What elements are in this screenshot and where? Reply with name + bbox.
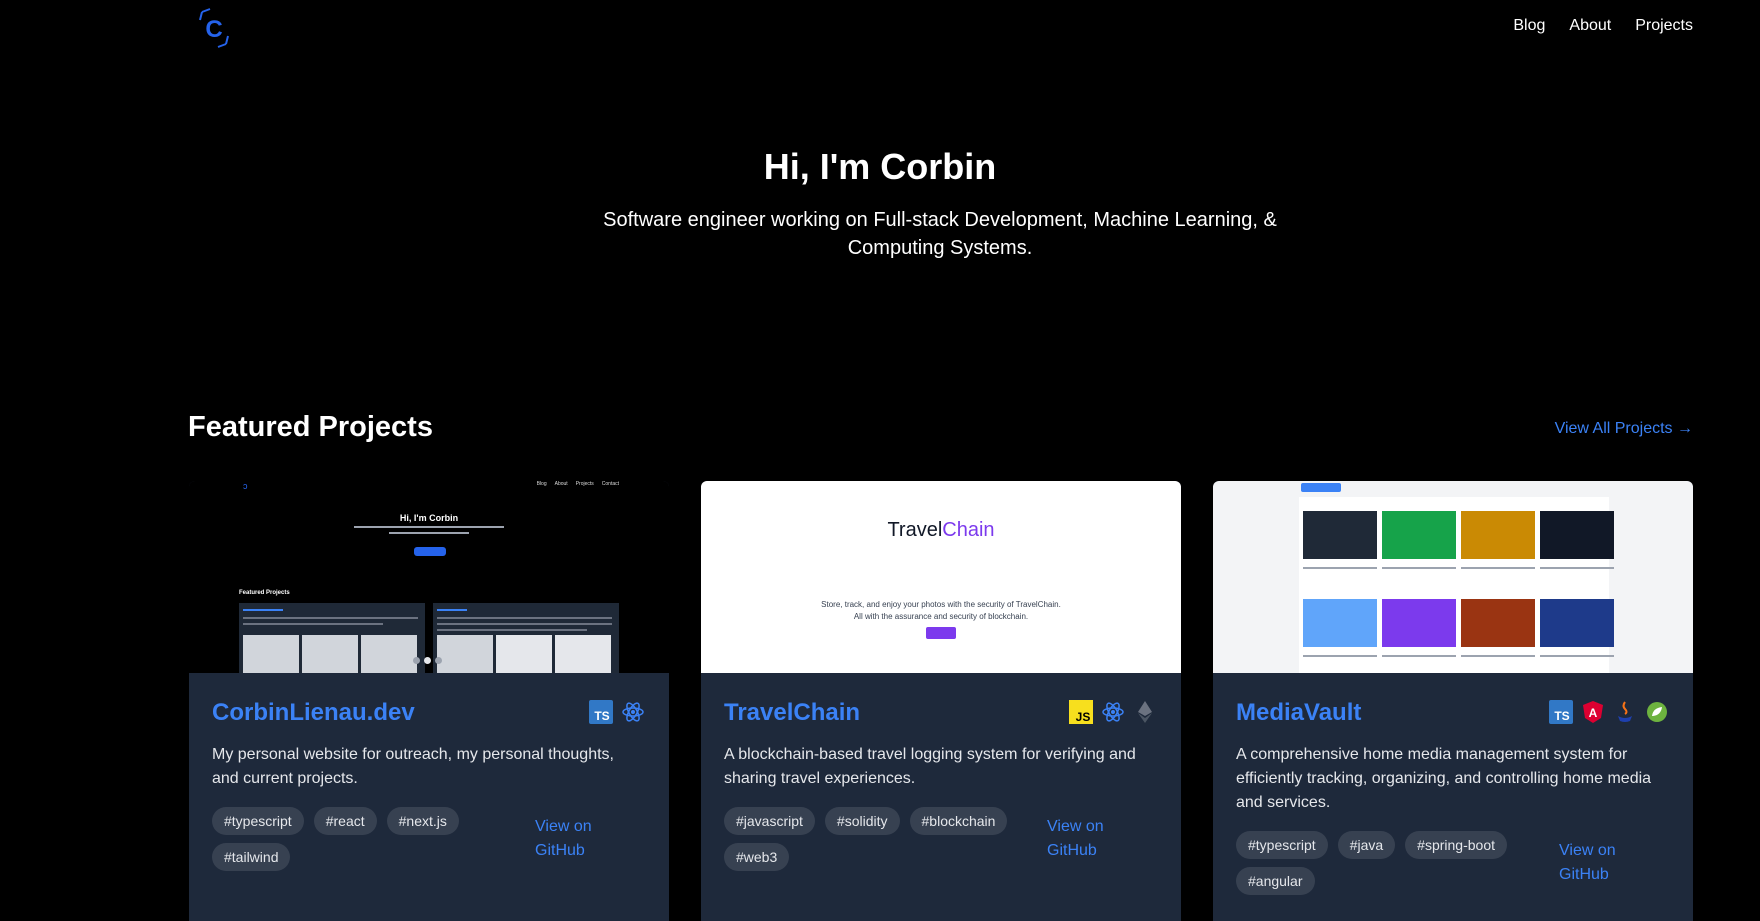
svg-text:TS: TS [594, 709, 609, 723]
hero-title: Hi, I'm Corbin [763, 146, 997, 187]
view-on-github-link[interactable]: View on GitHub [1047, 815, 1127, 863]
tag[interactable]: #typescript [1236, 831, 1328, 859]
typescript-icon: TS [589, 700, 613, 724]
project-tags: #typescript #react #next.js #tailwind [212, 807, 502, 871]
project-description: A blockchain-based travel logging system… [724, 746, 1136, 787]
featured-projects-heading: Featured Projects [188, 411, 433, 443]
tag[interactable]: #angular [1236, 867, 1315, 895]
tag[interactable]: #next.js [386, 807, 459, 835]
nav-link-projects[interactable]: Projects [1635, 17, 1693, 35]
project-card-travelchain[interactable]: TravelChain Store, track, and enjoy your… [701, 481, 1181, 921]
svg-text:TS: TS [1554, 709, 1569, 723]
svg-text:C: C [205, 16, 222, 43]
view-on-github-link[interactable]: View on GitHub [1559, 839, 1639, 887]
project-screenshot: ↄ Blog About Projects Contact Hi, I'm Co… [189, 481, 669, 673]
preview-logo: ↄ [243, 481, 248, 491]
nav-link-about[interactable]: About [1569, 17, 1611, 35]
tech-icons: TS A [1549, 700, 1669, 724]
javascript-icon: JS [1069, 700, 1093, 724]
tech-icons: TS [589, 700, 645, 724]
react-icon [621, 700, 645, 724]
tag[interactable]: #react [313, 807, 377, 835]
tag[interactable]: #web3 [724, 843, 790, 871]
react-icon [1101, 700, 1125, 724]
tag[interactable]: #tailwind [212, 843, 291, 871]
project-tags: #typescript #java #spring-boot #angular [1236, 831, 1526, 895]
top-navigation: C Blog About Projects [0, 0, 1760, 60]
project-card-corbinlienau[interactable]: ↄ Blog About Projects Contact Hi, I'm Co… [189, 481, 669, 921]
project-screenshot: TravelChain Store, track, and enjoy your… [701, 481, 1181, 673]
preview-brand: TravelChain [887, 519, 995, 541]
project-screenshot [1213, 481, 1693, 673]
preview-featured: Featured Projects [239, 590, 290, 596]
view-all-projects-link[interactable]: View All Projects → [1555, 420, 1693, 438]
ethereum-icon [1133, 700, 1157, 724]
tech-icons: JS [1069, 700, 1157, 724]
nav-links: Blog About Projects [1513, 17, 1693, 35]
preview-add-media-button [1301, 483, 1341, 492]
svg-text:JS: JS [1076, 710, 1091, 724]
preview-tagline: Store, track, and enjoy your photos with… [821, 600, 1061, 621]
carousel-dots[interactable] [413, 657, 442, 664]
project-title[interactable]: MediaVault [1236, 699, 1361, 727]
project-tags: #javascript #solidity #blockchain #web3 [724, 807, 1014, 871]
tag[interactable]: #java [1337, 831, 1396, 859]
tag[interactable]: #solidity [824, 807, 900, 835]
project-title[interactable]: CorbinLienau.dev [212, 699, 415, 727]
tag[interactable]: #spring-boot [1405, 831, 1507, 859]
angular-icon: A [1581, 700, 1605, 724]
site-logo[interactable]: C [196, 6, 232, 50]
preview-nav: Blog About Projects Contact [536, 481, 619, 487]
spring-icon [1645, 700, 1669, 724]
logo-c-icon: C [199, 8, 229, 48]
hero-subtitle: Software engineer working on Full-stack … [603, 209, 1277, 259]
project-description: A comprehensive home media management sy… [1236, 746, 1652, 811]
tag[interactable]: #blockchain [909, 807, 1008, 835]
project-title[interactable]: TravelChain [724, 699, 860, 727]
preview-hero: Hi, I'm Corbin [399, 513, 459, 523]
preview-sign-in-button [926, 627, 956, 639]
tag[interactable]: #typescript [212, 807, 304, 835]
java-icon [1613, 700, 1637, 724]
view-on-github-link[interactable]: View on GitHub [535, 815, 615, 863]
project-card-mediavault[interactable]: MediaVault TS A A comprehensive home med… [1213, 481, 1693, 921]
tag[interactable]: #javascript [724, 807, 815, 835]
project-description: My personal website for outreach, my per… [212, 746, 614, 787]
typescript-icon: TS [1549, 700, 1573, 724]
svg-text:A: A [1589, 706, 1598, 720]
nav-link-blog[interactable]: Blog [1513, 17, 1545, 35]
